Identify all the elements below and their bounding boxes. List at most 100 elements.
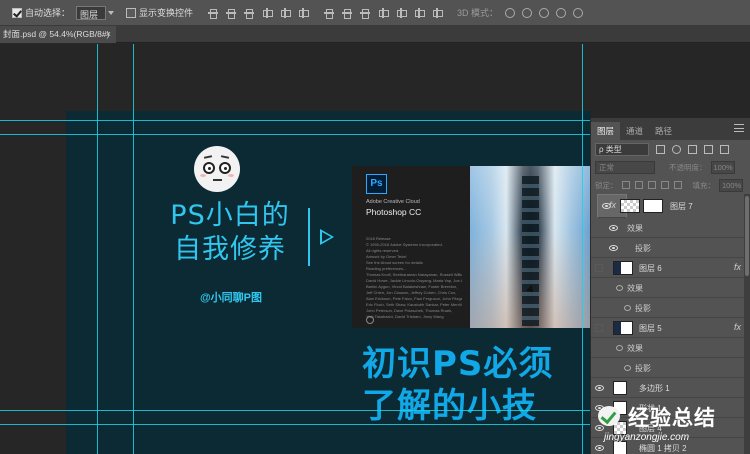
guide-vertical[interactable]	[97, 44, 98, 454]
lock-label: 锁定：	[595, 180, 618, 190]
visibility-eye-icon[interactable]	[624, 364, 631, 371]
align-hcenter-icon[interactable]	[279, 7, 292, 19]
visibility-eye-icon[interactable]	[595, 323, 603, 332]
visibility-eye-icon[interactable]	[595, 384, 604, 391]
distribute-top-icon[interactable]	[323, 7, 335, 19]
effect-label: 效果	[627, 223, 643, 233]
tab-paths[interactable]: 路径	[649, 122, 678, 140]
filter-pixel-icon[interactable]	[656, 144, 665, 154]
options-bar: 自动选择： 图层 显示变换控件 3D 模式：	[0, 0, 750, 26]
distribute-bottom-icon[interactable]	[359, 7, 371, 19]
face-brow-right	[220, 155, 230, 159]
auto-align-icon[interactable]	[431, 7, 444, 19]
effects-row[interactable]: 效果	[591, 218, 750, 238]
effects-row[interactable]: 效果	[591, 338, 750, 358]
layer-row[interactable]: 图层 5 fx	[591, 318, 750, 338]
filter-shape-icon[interactable]	[704, 144, 713, 154]
effect-drop-shadow-row[interactable]: 投影	[591, 358, 750, 378]
face-brow-left	[203, 155, 213, 159]
fx-icon[interactable]: fx	[734, 322, 741, 332]
face-eye-left	[203, 162, 215, 174]
fx-icon[interactable]: fx	[734, 262, 741, 272]
auto-select-label: 自动选择：	[25, 8, 71, 18]
visibility-eye-icon[interactable]	[609, 244, 618, 251]
fx-icon[interactable]: fx	[609, 200, 616, 210]
filter-smart-icon[interactable]	[720, 144, 729, 154]
blend-row: 正常 不透明度： 100%	[591, 158, 750, 176]
align-left-icon[interactable]	[261, 7, 274, 19]
distribute-hcenter-icon[interactable]	[395, 7, 408, 19]
opacity-label: 不透明度：	[669, 162, 707, 172]
drop-shadow-label: 投影	[635, 363, 651, 373]
layer-row[interactable]: 图层 7 fx	[597, 194, 693, 218]
tab-layers[interactable]: 图层	[591, 122, 621, 140]
document-tab-bar: 封面.psd @ 54.4%(RGB/8#) ×	[0, 26, 750, 43]
splash-credits: 2018 Release © 1990-2018 Adobe Systems I…	[366, 236, 462, 320]
align-right-icon[interactable]	[297, 7, 310, 19]
scale-3d-icon[interactable]	[573, 7, 584, 18]
opacity-field[interactable]: 100%	[710, 160, 735, 174]
slide-3d-icon[interactable]	[556, 7, 567, 18]
face-eye-right	[219, 162, 231, 174]
tab-channels[interactable]: 通道	[620, 122, 649, 140]
splash-product: Photoshop CC	[366, 207, 422, 217]
effect-drop-shadow-row[interactable]: 投影	[591, 298, 750, 318]
auto-select-checkbox[interactable]	[12, 7, 22, 18]
align-top-icon[interactable]	[207, 7, 219, 19]
face-cheek-left	[200, 174, 206, 177]
distribute-right-icon[interactable]	[413, 7, 426, 19]
close-icon[interactable]: ×	[106, 26, 111, 43]
rotate-3d-icon[interactable]	[505, 7, 516, 18]
cartoon-face-icon	[194, 146, 240, 192]
panel-menu-icon[interactable]	[734, 124, 744, 132]
distribute-left-icon[interactable]	[377, 7, 390, 19]
lock-position-icon[interactable]	[647, 181, 656, 189]
roll-3d-icon[interactable]	[522, 7, 533, 18]
align-bottom-icon[interactable]	[243, 7, 255, 19]
effect-drop-shadow-row[interactable]: 投影	[591, 238, 750, 258]
layer-thumbnail	[620, 199, 640, 213]
drop-shadow-label: 投影	[635, 243, 651, 253]
guide-vertical[interactable]	[133, 44, 134, 454]
visibility-eye-icon[interactable]	[616, 284, 623, 291]
align-vcenter-icon[interactable]	[225, 7, 237, 19]
credit-line: Yuki Takahashi, David Tristram, Jinny Wa…	[366, 314, 444, 319]
show-transform-checkbox[interactable]	[126, 7, 137, 18]
visibility-eye-icon[interactable]	[624, 304, 631, 311]
visibility-eye-icon[interactable]	[616, 344, 623, 351]
guide-vertical[interactable]	[582, 44, 583, 454]
face-mouth	[213, 179, 222, 181]
distribute-vcenter-icon[interactable]	[341, 7, 353, 19]
auto-select-dropdown[interactable]: 图层	[76, 5, 107, 20]
document-tab-title: 封面.psd @ 54.4%(RGB/8#)	[3, 29, 110, 39]
headline-line2: 了解的小技	[362, 386, 537, 426]
layer-mask-thumbnail[interactable]	[643, 199, 663, 213]
cover-title: PS小白的 自我修养	[160, 199, 300, 267]
layer-thumbnail	[613, 320, 633, 335]
chevron-down-icon[interactable]	[108, 10, 115, 15]
layer-row[interactable]: 图层 6 fx	[591, 258, 750, 278]
layer-name: 图层 6	[639, 263, 662, 273]
filter-type-icon[interactable]	[688, 144, 697, 154]
visibility-eye-icon[interactable]	[595, 263, 603, 272]
filter-adjustment-icon[interactable]	[672, 144, 681, 154]
photoshop-splash-image: Ps Adobe Creative Cloud Photoshop CC 201…	[352, 166, 591, 328]
lock-transparent-icon[interactable]	[621, 181, 630, 189]
lock-artboard-icon[interactable]	[660, 181, 669, 189]
document-tab[interactable]: 封面.psd @ 54.4%(RGB/8#) ×	[0, 26, 116, 43]
fill-label: 填充：	[692, 180, 716, 190]
kind-filter-dropdown[interactable]: ρ 类型	[595, 142, 649, 156]
pan-3d-icon[interactable]	[539, 7, 550, 18]
artboard[interactable]: PS小白的 自我修养 @小同聊P图 Ps Adobe Creative Clou…	[66, 111, 591, 454]
effect-label: 效果	[627, 283, 643, 293]
effects-row[interactable]: 效果	[591, 278, 750, 298]
visibility-eye-icon[interactable]	[609, 224, 618, 231]
blend-mode-dropdown[interactable]: 正常	[595, 160, 655, 174]
fill-field[interactable]: 100%	[719, 178, 743, 192]
lock-all-icon[interactable]	[673, 181, 682, 189]
shape-thumbnail	[613, 380, 627, 395]
mode-3d-label: 3D 模式：	[457, 8, 499, 18]
scrollbar-thumb[interactable]	[745, 196, 749, 276]
lock-image-icon[interactable]	[634, 181, 643, 189]
layer-row[interactable]: 多边形 1	[591, 378, 750, 398]
